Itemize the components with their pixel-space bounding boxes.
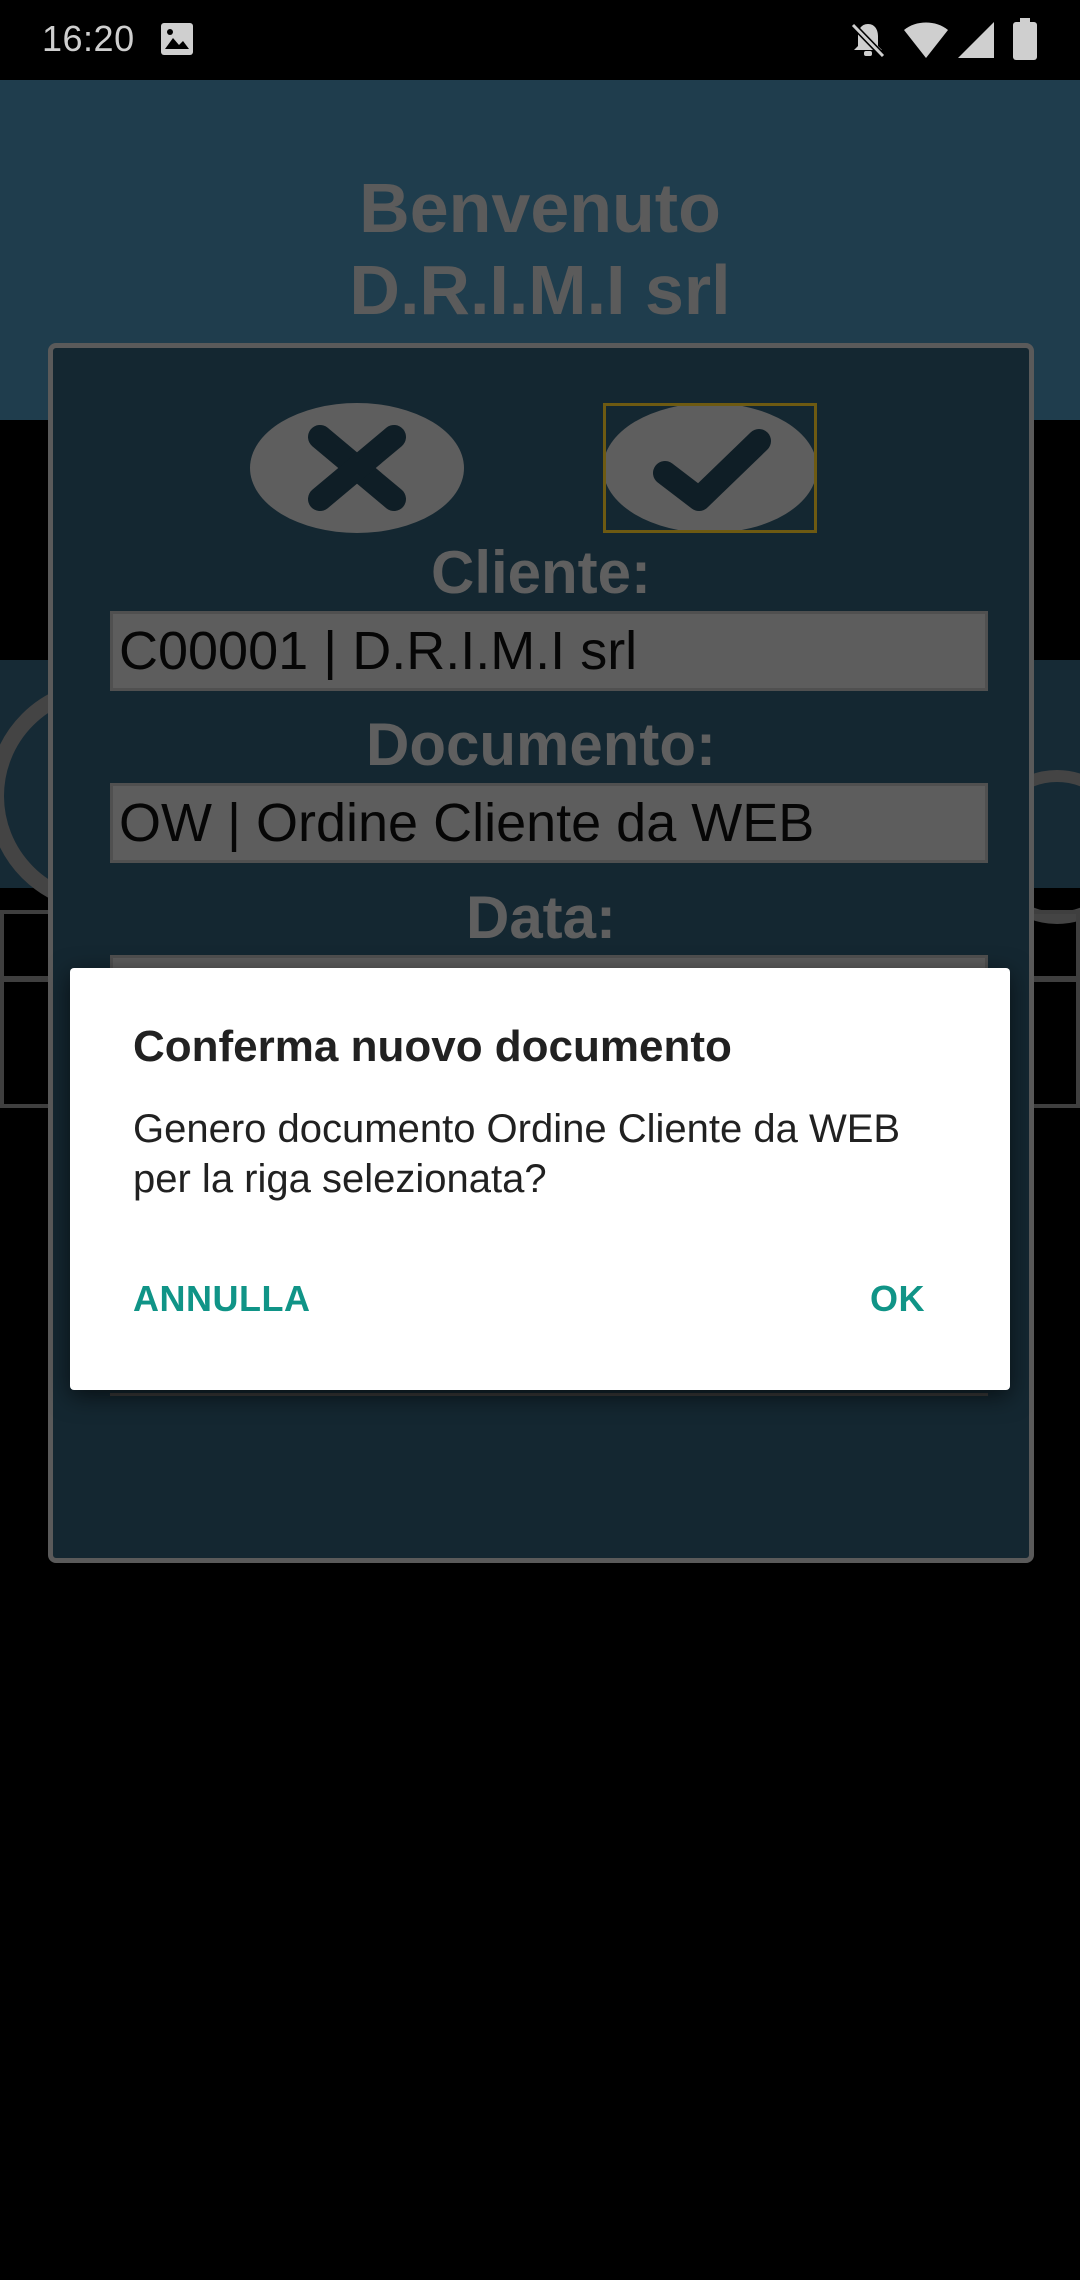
screen: 16:20 Benvenuto D.R.I.M.I srl Cliente: C… [0,0,1080,2280]
company-name: D.R.I.M.I srl [349,251,731,329]
image-icon [160,22,194,61]
confirm-dialog: Conferma nuovo documento Genero document… [70,968,1010,1390]
wifi-icon [902,20,950,65]
dialog-message: Genero documento Ordine Cliente da WEB p… [133,1107,901,1201]
cliente-field[interactable]: C00001 | D.R.I.M.I srl [110,611,988,691]
battery-icon [1012,18,1038,65]
status-time: 16:20 [42,18,135,59]
cancel-button[interactable] [250,403,464,533]
documento-field[interactable]: OW | Ordine Cliente da WEB [110,783,988,863]
documento-label: Documento: [366,711,716,778]
cell-signal-icon [956,20,996,65]
data-label: Data: [465,884,617,951]
confirm-button-focus [603,403,817,533]
ok-button[interactable]: OK [870,1278,925,1320]
cliente-label: Cliente: [430,539,652,606]
notifications-off-icon [848,20,888,65]
welcome-title: Benvenuto [359,169,721,247]
dialog-title: Conferma nuovo documento [133,1022,732,1071]
panel-divider [110,1393,988,1396]
status-bar: 16:20 [0,0,1080,80]
annulla-button[interactable]: ANNULLA [133,1278,310,1320]
